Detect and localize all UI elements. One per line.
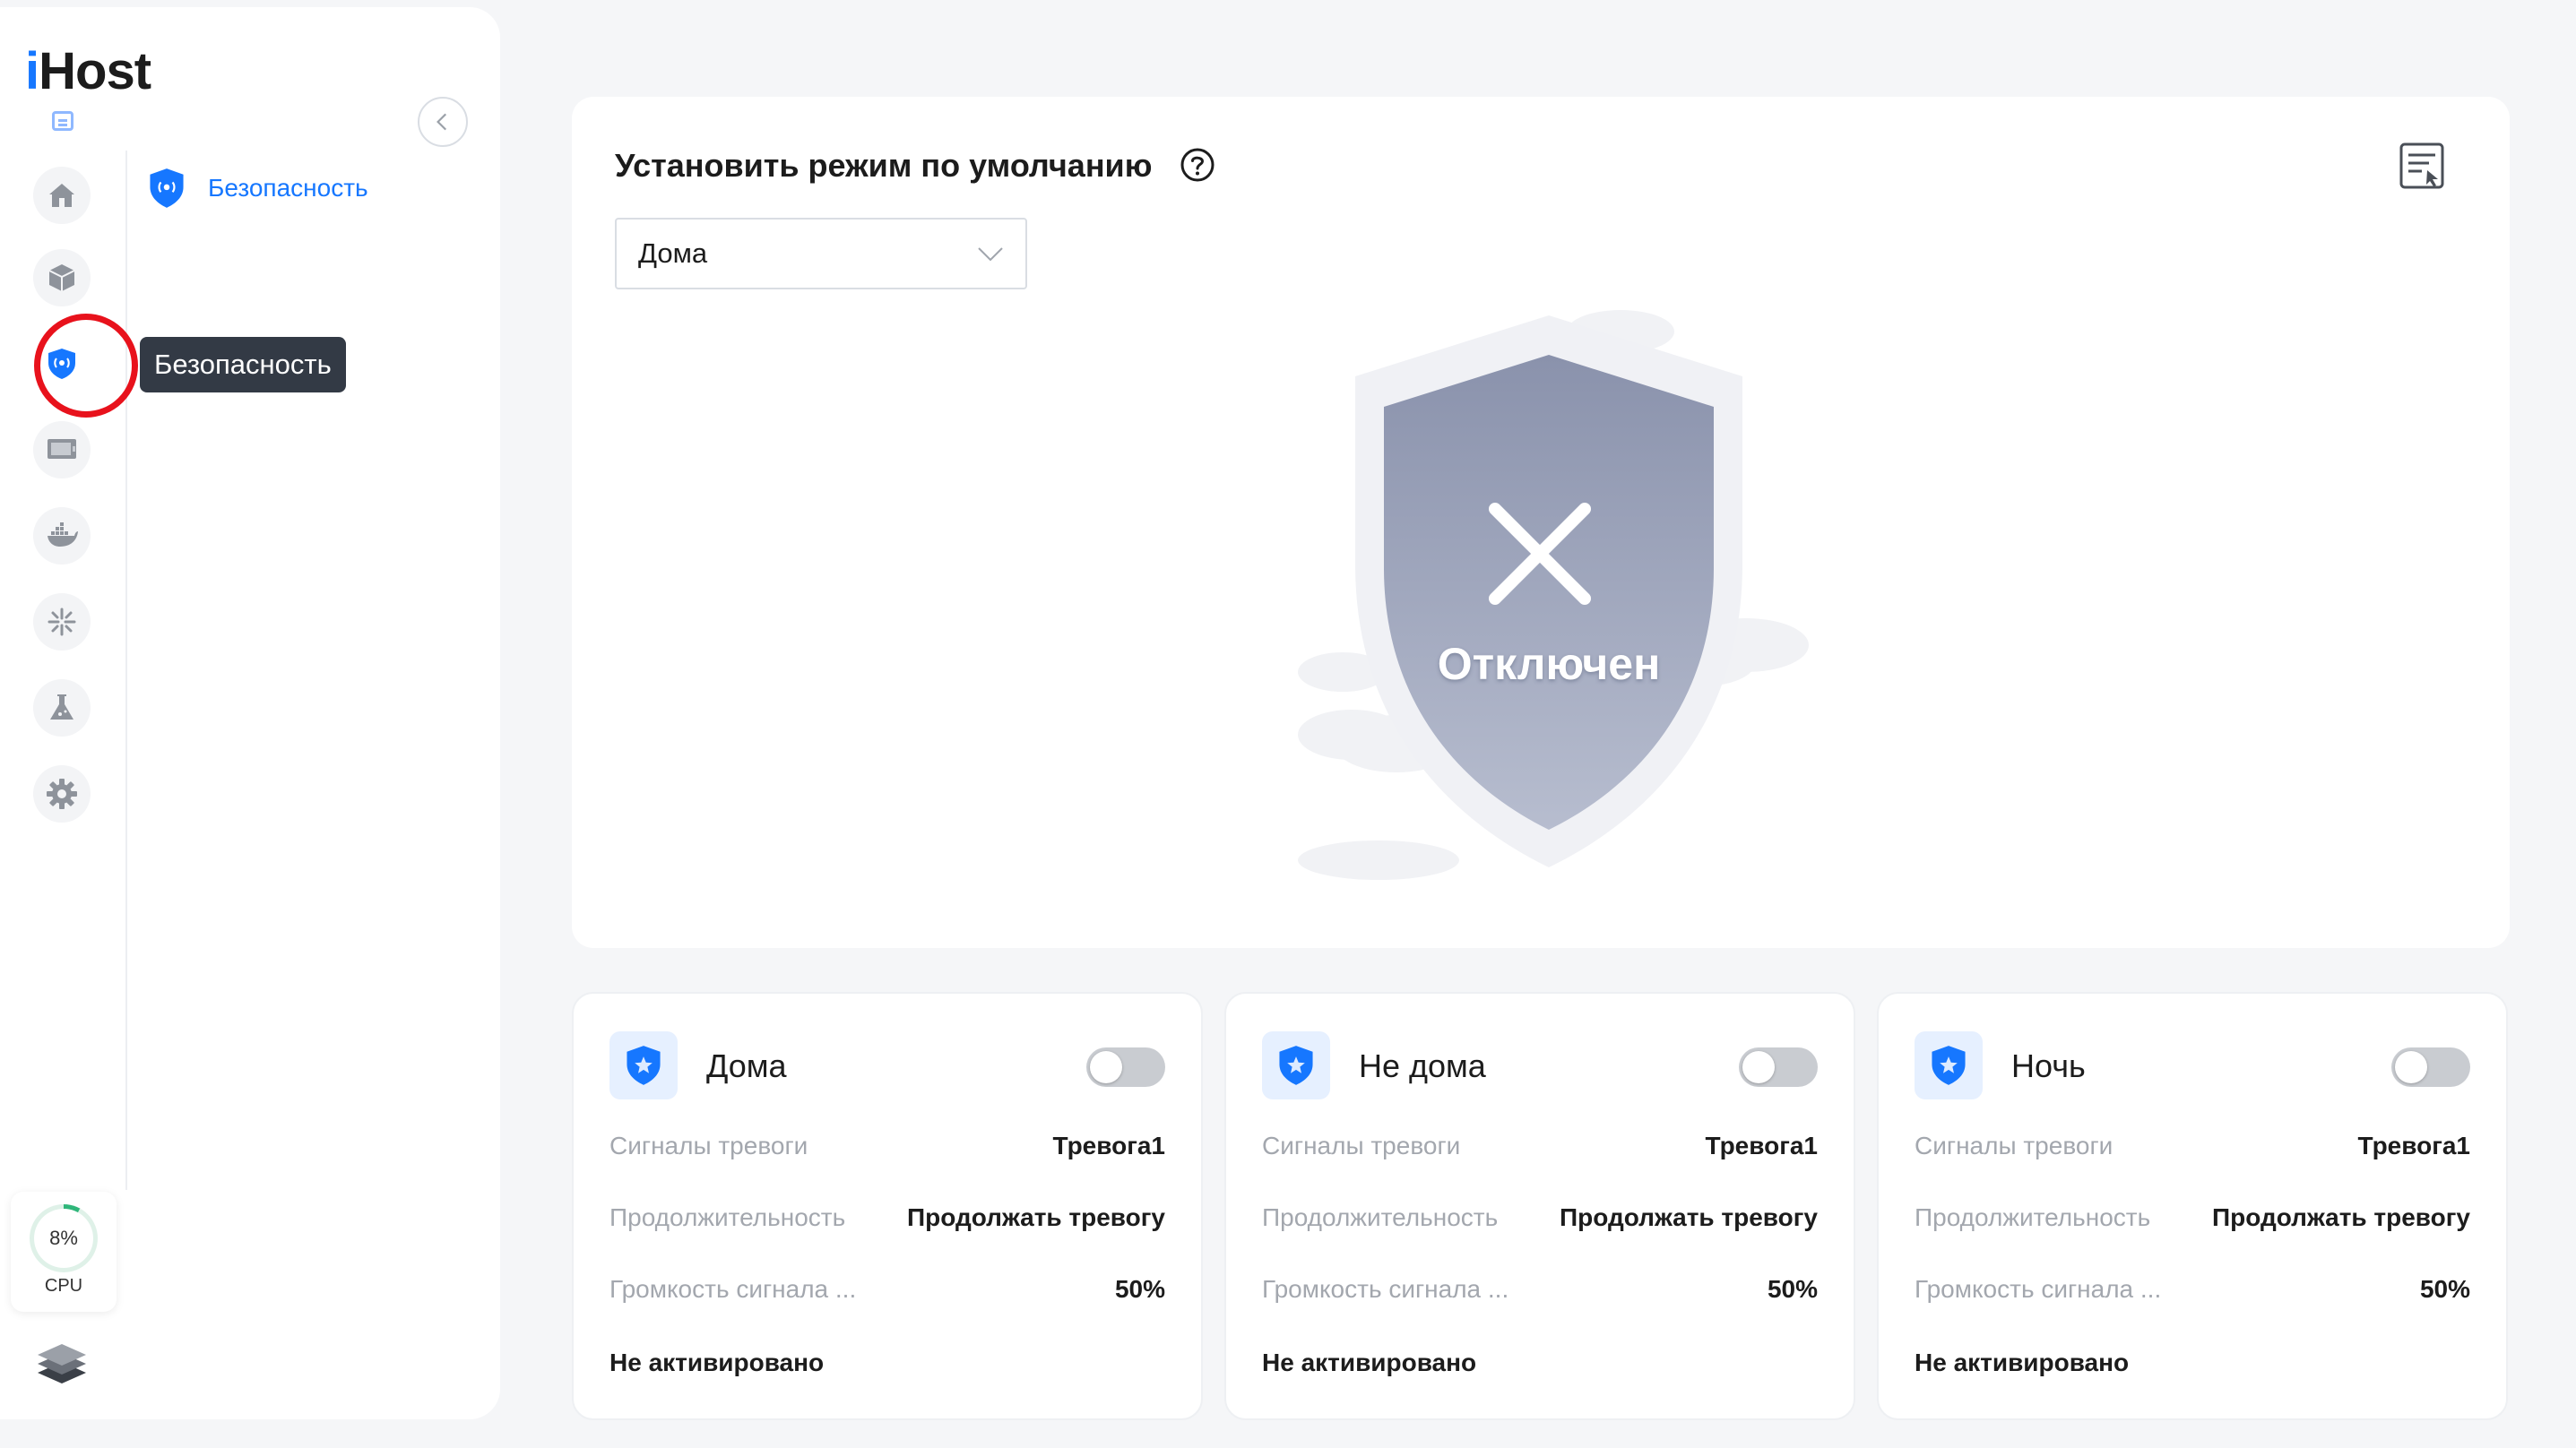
collapse-sidebar-button[interactable] [418, 97, 468, 147]
home-icon [49, 184, 74, 207]
mode-title: Ночь [2011, 1047, 2086, 1084]
sparkle-icon [48, 608, 76, 636]
sub-nav-item-security[interactable]: Безопасность [147, 167, 368, 210]
version-badge-icon [52, 111, 73, 131]
sidebar-item-automation[interactable] [33, 593, 91, 651]
docker-icon [48, 522, 78, 547]
alarm-row: Сигналы тревоги Тревога1 [1262, 1132, 1818, 1159]
highlight-annotation-ring [34, 314, 138, 418]
sidebar-item-display[interactable] [33, 421, 91, 478]
volume-row: Громкость сигнала ... 50% [609, 1275, 1165, 1303]
sidebar: iHost Безопасность Безопасность 8% CPU [0, 7, 500, 1419]
help-icon[interactable] [1180, 147, 1215, 183]
app-root: iHost Безопасность Безопасность 8% CPU У… [0, 0, 2576, 1448]
cpu-usage-widget[interactable]: 8% CPU [11, 1192, 117, 1312]
sidebar-item-lab[interactable] [33, 679, 91, 737]
shield-illustration-icon [1298, 310, 1809, 880]
mode-enable-toggle[interactable] [1739, 1047, 1818, 1087]
alarm-row: Сигналы тревоги Тревога1 [609, 1132, 1165, 1159]
mode-title: Не дома [1359, 1047, 1486, 1084]
duration-row: Продолжительность Продолжать тревогу [1915, 1203, 2470, 1231]
chevron-down-icon [978, 247, 1003, 262]
cpu-usage-ring: 8% [30, 1204, 98, 1272]
volume-row: Громкость сигнала ... 50% [1915, 1275, 2470, 1303]
sidebar-item-settings[interactable] [33, 765, 91, 823]
volume-row: Громкость сигнала ... 50% [1262, 1275, 1818, 1303]
sidebar-item-devices[interactable] [33, 249, 91, 306]
mode-enable-toggle[interactable] [2391, 1047, 2470, 1087]
cube-icon [48, 264, 75, 291]
layers-icon[interactable] [34, 1342, 90, 1392]
chevron-left-icon [437, 113, 447, 131]
mode-shield-icon [1915, 1031, 1983, 1099]
gear-icon [47, 779, 77, 809]
mode-card-away[interactable]: Не дома Сигналы тревоги Тревога1 Продолжи… [1224, 992, 1855, 1420]
mode-status: Не активировано [609, 1349, 825, 1376]
mode-card-home[interactable]: Дома Сигналы тревоги Тревога1 Продолжител… [572, 992, 1203, 1420]
page-title: Установить режим по умолчанию [615, 147, 1153, 184]
cpu-percent: 8% [49, 1227, 78, 1249]
mode-status: Не активировано [1262, 1349, 1477, 1376]
log-icon[interactable] [2397, 140, 2447, 192]
duration-row: Продолжительность Продолжать тревогу [609, 1203, 1165, 1231]
toggle-knob [2395, 1051, 2427, 1083]
mode-card-night[interactable]: Ночь Сигналы тревоги Тревога1 Продолжител… [1877, 992, 2508, 1420]
default-mode-value: Дома [638, 237, 708, 269]
shield-icon [150, 168, 184, 208]
rail-divider [125, 151, 127, 1190]
default-mode-select[interactable]: Дома [615, 218, 1027, 289]
toggle-knob [1742, 1051, 1775, 1083]
monitor-icon [48, 439, 76, 459]
security-status-text: Отключен [1437, 639, 1661, 689]
mode-enable-toggle[interactable] [1086, 1047, 1165, 1087]
mode-title: Дома [706, 1047, 787, 1084]
alarm-row: Сигналы тревоги Тревога1 [1915, 1132, 2470, 1159]
sub-nav-label: Безопасность [208, 174, 368, 202]
toggle-knob [1090, 1051, 1122, 1083]
app-logo: iHost [25, 42, 151, 100]
security-main-panel: Установить режим по умолчанию Дома Отклю… [572, 97, 2510, 948]
mode-shield-icon [609, 1031, 678, 1099]
disarmed-shield-illustration: Отключен [1280, 296, 1818, 887]
cpu-label: CPU [44, 1276, 83, 1296]
duration-row: Продолжительность Продолжать тревогу [1262, 1203, 1818, 1231]
sidebar-item-home[interactable] [33, 167, 91, 224]
flask-icon [50, 694, 73, 720]
security-tooltip: Безопасность [140, 337, 346, 392]
mode-status: Не активировано [1915, 1349, 2130, 1376]
mode-shield-icon [1262, 1031, 1330, 1099]
sidebar-item-docker[interactable] [33, 507, 91, 565]
